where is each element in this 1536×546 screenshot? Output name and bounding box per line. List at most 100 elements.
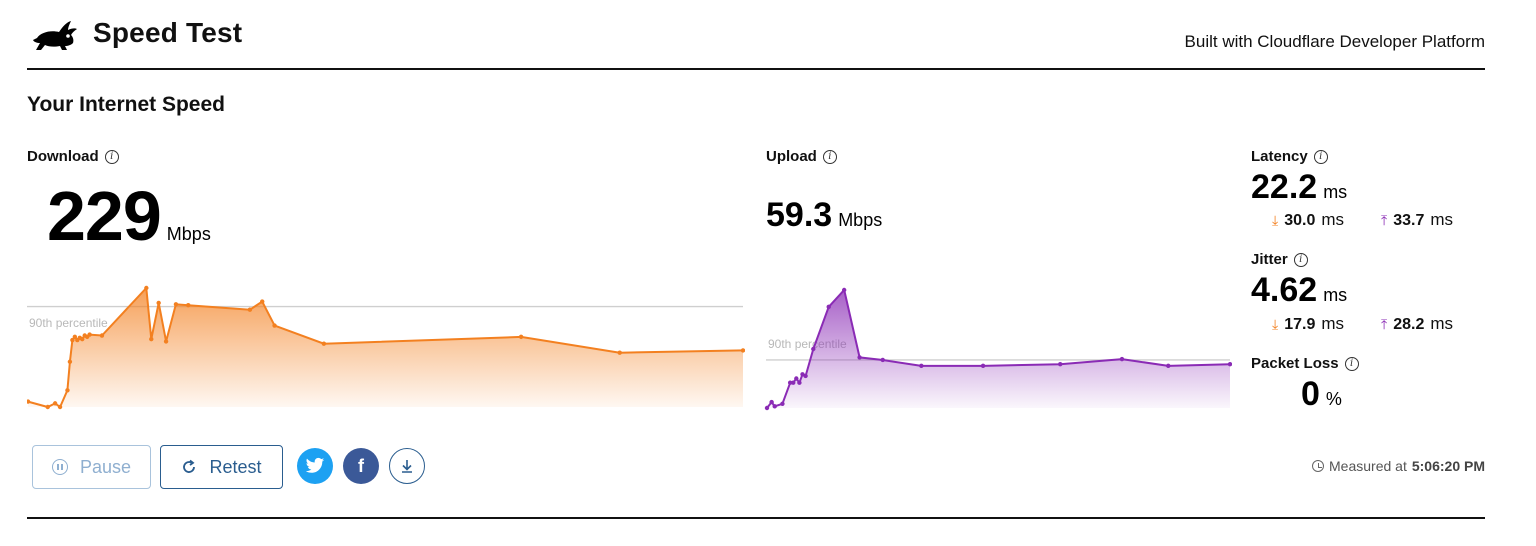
latency-value: 22.2 ms xyxy=(1251,168,1347,207)
latency-up-value: 33.7 xyxy=(1393,212,1425,229)
upload-area xyxy=(767,290,1230,408)
retest-icon xyxy=(183,459,196,473)
pause-icon xyxy=(51,459,68,475)
download-point xyxy=(163,339,169,344)
packet-loss-unit: % xyxy=(1325,389,1342,409)
retest-button[interactable]: Retest xyxy=(160,445,283,489)
facebook-icon: f xyxy=(358,455,364,476)
latency-down-unit: ms xyxy=(1321,210,1345,229)
pause-button[interactable]: Pause xyxy=(32,445,151,489)
latency-label: Latency i xyxy=(1251,148,1328,165)
upload-point xyxy=(772,404,777,409)
download-point xyxy=(156,300,161,306)
latency-down-row: ⤓ 30.0 ms xyxy=(1272,210,1344,230)
packet-loss-number: 0 xyxy=(1301,375,1320,413)
download-point xyxy=(45,404,50,410)
measured-at: Measured at 5:06:20 PM xyxy=(1312,458,1485,474)
download-point xyxy=(57,404,63,410)
upload-point xyxy=(880,357,885,363)
info-icon[interactable]: i xyxy=(1344,356,1359,371)
upload-point xyxy=(841,287,847,293)
latency-down-value: 30.0 xyxy=(1284,212,1316,229)
download-point xyxy=(617,350,622,355)
download-point xyxy=(247,307,253,312)
upload-unit: Mbps xyxy=(838,210,883,230)
upload-point xyxy=(919,363,924,369)
measured-time: 5:06:20 PM xyxy=(1411,458,1485,474)
download-arrow-icon: ⤓ xyxy=(1272,212,1279,228)
app-title: Speed Test xyxy=(93,17,243,48)
download-unit: Mbps xyxy=(166,224,211,244)
download-area xyxy=(28,288,743,407)
upload-arrow-icon: ⤒ xyxy=(1381,316,1388,332)
download-point xyxy=(260,299,265,304)
jitter-label: Jitter i xyxy=(1251,251,1308,268)
info-icon[interactable]: i xyxy=(104,149,119,164)
upload-point xyxy=(780,401,785,406)
download-point xyxy=(65,388,70,393)
built-with-text: Built with Cloudflare Developer Platform xyxy=(1184,32,1485,51)
upload-number: 59.3 xyxy=(766,196,833,234)
download-label: Download i xyxy=(27,148,119,165)
download-arrow-icon: ⤓ xyxy=(1272,316,1279,332)
upload-point xyxy=(791,380,796,385)
latency-unit: ms xyxy=(1323,182,1348,202)
jitter-up-row: ⤒ 28.2 ms xyxy=(1381,314,1453,334)
download-point xyxy=(52,401,58,406)
upload-point xyxy=(1119,356,1125,362)
jitter-number: 4.62 xyxy=(1251,271,1318,309)
upload-point xyxy=(811,346,816,352)
packet-loss-value: 0 % xyxy=(1301,375,1342,414)
download-point xyxy=(272,323,277,328)
section-title: Your Internet Speed xyxy=(27,93,225,116)
download-value: 229 Mbps xyxy=(47,178,211,254)
jitter-down-unit: ms xyxy=(1321,314,1345,333)
app-header: Speed Test Built with Cloudflare Develop… xyxy=(27,12,1485,70)
upload-label: Upload i xyxy=(766,148,837,165)
facebook-share-button[interactable]: f xyxy=(343,448,379,484)
download-point xyxy=(80,336,85,342)
jitter-down-row: ⤓ 17.9 ms xyxy=(1272,314,1344,334)
packet-loss-label: Packet Loss i xyxy=(1251,355,1359,372)
download-label-text: Download xyxy=(27,148,99,165)
jitter-label-text: Jitter xyxy=(1251,251,1288,268)
info-icon[interactable]: i xyxy=(822,149,837,164)
upload-point xyxy=(980,363,986,369)
upload-point xyxy=(803,373,808,379)
twitter-share-button[interactable] xyxy=(297,448,333,484)
download-point xyxy=(144,285,149,291)
download-point xyxy=(149,336,154,342)
download-point xyxy=(87,332,92,337)
upload-point xyxy=(1058,361,1063,367)
pause-button-label: Pause xyxy=(79,456,132,477)
latency-up-unit: ms xyxy=(1430,210,1454,229)
jitter-up-value: 28.2 xyxy=(1393,316,1425,333)
latency-number: 22.2 xyxy=(1251,168,1318,206)
download-point xyxy=(186,302,191,308)
latency-up-row: ⤒ 33.7 ms xyxy=(1381,210,1453,230)
info-icon[interactable]: i xyxy=(1293,252,1308,267)
upload-point xyxy=(764,405,770,411)
upload-arrow-icon: ⤒ xyxy=(1381,212,1388,228)
download-icon xyxy=(402,460,412,473)
upload-point xyxy=(857,355,862,360)
latency-label-text: Latency xyxy=(1251,148,1308,165)
rabbit-logo-icon xyxy=(33,21,77,50)
info-icon[interactable]: i xyxy=(1313,149,1328,164)
jitter-up-unit: ms xyxy=(1430,314,1454,333)
packet-loss-label-text: Packet Loss xyxy=(1251,355,1339,372)
download-percentile-label: 90th percentile xyxy=(29,316,108,330)
upload-point xyxy=(1166,363,1171,369)
upload-point xyxy=(794,376,799,381)
download-results-button[interactable] xyxy=(389,448,425,484)
jitter-value: 4.62 ms xyxy=(1251,271,1347,310)
jitter-down-value: 17.9 xyxy=(1284,316,1316,333)
measured-label: Measured at xyxy=(1329,458,1407,474)
download-point xyxy=(518,334,524,340)
upload-point xyxy=(826,304,831,310)
download-number: 229 xyxy=(47,177,162,255)
download-point xyxy=(99,333,105,338)
download-chart: 90th percentile xyxy=(27,285,745,410)
retest-button-label: Retest xyxy=(209,456,262,477)
upload-chart: 90th percentile xyxy=(764,287,1232,411)
